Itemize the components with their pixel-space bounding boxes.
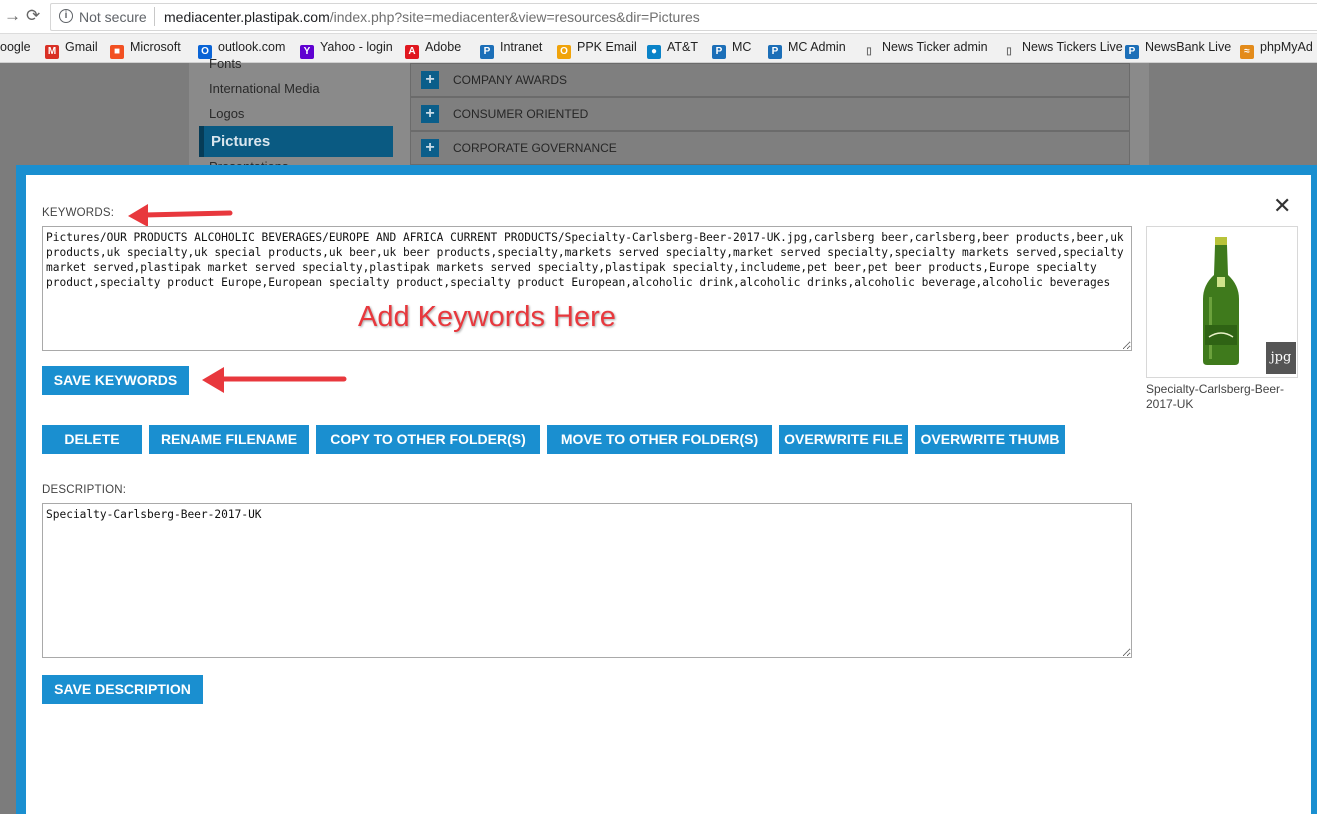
phpmyadmin-icon: ≈: [1240, 45, 1254, 59]
adobe-icon: A: [405, 45, 419, 59]
bookmark-ppk-email[interactable]: O PPK Email: [557, 40, 637, 59]
thumbnail-caption: Specialty-Carlsberg-Beer-2017-UK: [1146, 382, 1285, 411]
url-path: /index.php?site=mediacenter&view=resourc…: [329, 9, 700, 25]
newsbank-icon: P: [1125, 45, 1139, 59]
description-textarea[interactable]: Specialty-Carlsberg-Beer-2017-UK: [42, 503, 1132, 658]
bookmark-mc[interactable]: P MC: [712, 40, 751, 59]
bookmark-label: MC Admin: [788, 40, 846, 54]
accordion-row-company-awards[interactable]: + COMPANY AWARDS: [410, 63, 1130, 97]
yahoo-icon: Y: [300, 45, 314, 59]
url-text[interactable]: mediacenter.plastipak.com/index.php?site…: [164, 9, 700, 25]
info-icon[interactable]: i: [59, 9, 73, 23]
intranet-icon: P: [480, 45, 494, 59]
bookmark-label: News Ticker admin: [882, 40, 988, 54]
sidebar-item-label: Pictures: [211, 133, 271, 150]
bookmark-oogle[interactable]: oogle: [0, 40, 31, 54]
bookmark-yahoo-login[interactable]: Y Yahoo - login: [300, 40, 393, 59]
bookmark-intranet[interactable]: P Intranet: [480, 40, 542, 59]
save-description-button[interactable]: SAVE DESCRIPTION: [42, 675, 203, 704]
bookmark-label: NewsBank Live: [1145, 40, 1232, 54]
forward-arrow-icon[interactable]: →: [4, 6, 21, 26]
sidebar-item-logos[interactable]: Logos: [209, 106, 244, 121]
accordion-row-consumer-oriented[interactable]: + CONSUMER ORIENTED: [410, 97, 1130, 131]
bookmark-news-tickers-live[interactable]: ▯ News Tickers Live: [1002, 40, 1123, 59]
microsoft-icon: ■: [110, 45, 124, 59]
bookmark-label: Yahoo - login: [320, 40, 393, 54]
page-icon: ▯: [1006, 46, 1012, 57]
accordion-row-corporate-governance[interactable]: + CORPORATE GOVERNANCE: [410, 131, 1130, 165]
sidebar-item-pictures[interactable]: Pictures: [199, 126, 393, 157]
add-keywords-annotation: Add Keywords Here: [358, 301, 616, 333]
bookmark-phpmyad[interactable]: ≈ phpMyAd: [1240, 40, 1313, 59]
description-label: DESCRIPTION:: [42, 484, 127, 496]
url-divider: [154, 7, 155, 26]
att-icon: ●: [647, 45, 661, 59]
mc-icon: P: [712, 45, 726, 59]
arrow-annotation-keywords: [128, 204, 233, 227]
bookmark-label: outlook.com: [218, 40, 286, 54]
file-type-badge: jpg: [1266, 342, 1296, 374]
mc-admin-icon: P: [768, 45, 782, 59]
plus-icon[interactable]: +: [421, 105, 439, 123]
bookmark-microsoft[interactable]: ■ Microsoft: [110, 40, 181, 59]
sidebar-item-international-media[interactable]: International Media: [209, 81, 320, 96]
address-bar[interactable]: i Not secure mediacenter.plastipak.com/i…: [50, 3, 1317, 31]
accordion-label: CORPORATE GOVERNANCE: [453, 141, 617, 155]
bookmark-label: Adobe: [425, 40, 462, 54]
reload-icon[interactable]: ⟳: [26, 6, 40, 26]
bookmark-label: Intranet: [500, 40, 543, 54]
url-host: mediacenter.plastipak.com: [164, 9, 330, 25]
ppk-email-icon: O: [557, 45, 571, 59]
move-to-folder-button[interactable]: MOVE TO OTHER FOLDER(S): [547, 425, 772, 454]
bookmark-label: phpMyAd: [1260, 40, 1313, 54]
security-label: Not secure: [79, 9, 147, 25]
bookmark-news-ticker-admin[interactable]: ▯ News Ticker admin: [862, 40, 988, 59]
browser-toolbar: → ⟳ i Not secure mediacenter.plastipak.c…: [0, 0, 1317, 34]
modal-body: ✕ KEYWORDS: Pictures/OUR PRODUCTS ALCOHO…: [26, 175, 1311, 814]
bookmarks-bar: oogle M Gmail ■ Microsoft Ooutlook.com Y Yahoo …: [0, 34, 1317, 63]
bookmark-label: News Tickers Live: [1022, 40, 1123, 54]
rename-filename-button[interactable]: RENAME FILENAME: [149, 425, 309, 454]
bookmark-label: Gmail: [65, 40, 98, 54]
keywords-label: KEYWORDS:: [42, 207, 115, 219]
gmail-icon: M: [45, 45, 59, 59]
bookmark-label: oogle: [0, 40, 31, 54]
plus-icon[interactable]: +: [421, 71, 439, 89]
bookmark-adobe[interactable]: A Adobe: [405, 40, 461, 59]
close-icon[interactable]: ✕: [1273, 195, 1291, 217]
beer-bottle-image: [1203, 237, 1239, 365]
bookmark-newsbank-live[interactable]: P NewsBank Live: [1125, 40, 1231, 59]
file-thumbnail[interactable]: jpg: [1146, 226, 1298, 378]
overwrite-thumb-button[interactable]: OVERWRITE THUMB: [915, 425, 1065, 454]
bookmark-label: Microsoft: [130, 40, 181, 54]
accordion-label: COMPANY AWARDS: [453, 73, 568, 87]
plus-icon[interactable]: +: [421, 139, 439, 157]
page-icon: ▯: [866, 46, 872, 57]
bookmark-gmail[interactable]: M Gmail: [45, 40, 98, 59]
bookmark-label: PPK Email: [577, 40, 637, 54]
copy-to-folder-button[interactable]: COPY TO OTHER FOLDER(S): [316, 425, 540, 454]
bookmark-mc-admin[interactable]: P MC Admin: [768, 40, 846, 59]
accordion-label: CONSUMER ORIENTED: [453, 107, 589, 121]
bookmark-at-t[interactable]: ● AT&T: [647, 40, 698, 59]
arrow-annotation-save: [202, 367, 347, 393]
bookmark-label: AT&T: [667, 40, 699, 54]
save-keywords-button[interactable]: SAVE KEYWORDS: [42, 366, 189, 395]
delete-button[interactable]: DELETE: [42, 425, 142, 454]
sidebar-item-fonts[interactable]: Fonts: [209, 56, 242, 71]
overwrite-file-button[interactable]: OVERWRITE FILE: [779, 425, 908, 454]
bookmark-label: MC: [732, 40, 752, 54]
file-edit-modal: ✕ KEYWORDS: Pictures/OUR PRODUCTS ALCOHO…: [16, 165, 1317, 814]
folder-accordion: + COMPANY AWARDS + CONSUMER ORIENTED + C…: [409, 63, 1149, 173]
